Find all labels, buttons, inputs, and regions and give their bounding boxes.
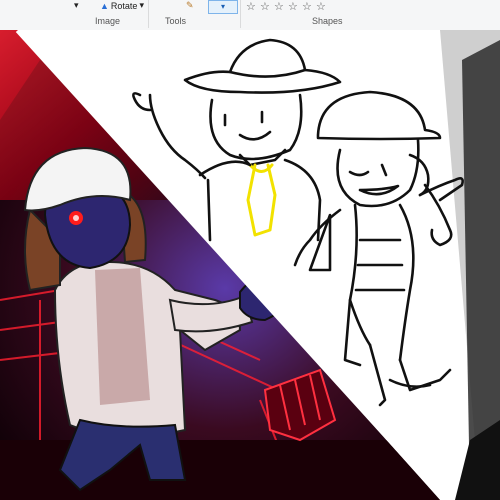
dropdown-arrow-icon: ▾ — [139, 0, 144, 10]
rotate-label: Rotate — [110, 0, 138, 11]
image-dropdown-button[interactable]: ▾ — [74, 0, 79, 11]
star-shape-icon[interactable]: ☆ — [274, 0, 284, 13]
ribbon-divider — [148, 0, 149, 28]
dropdown-arrow-icon: ▾ — [220, 2, 225, 11]
artwork — [0, 30, 500, 500]
brush-tool-button[interactable]: ✎ — [186, 0, 194, 11]
tools-group-label: Tools — [165, 16, 187, 26]
rotate-icon: ▲ — [100, 0, 109, 11]
shapes-group-label: Shapes — [312, 16, 343, 26]
star-shape-icon[interactable]: ☆ — [260, 0, 270, 13]
rotate-button[interactable]: ▲ Rotate ▾ — [100, 0, 144, 11]
paint-ribbon: ▾ ▲ Rotate ▾ ✎ ▾ ☆ ☆ ☆ ☆ ☆ ☆ Image Tools… — [0, 0, 500, 31]
brush-icon: ✎ — [186, 0, 194, 10]
star-shape-icon[interactable]: ☆ — [288, 0, 298, 13]
dropdown-arrow-icon: ▾ — [74, 0, 79, 10]
drawing-canvas[interactable] — [0, 30, 500, 500]
star-shape-icon[interactable]: ☆ — [316, 0, 326, 13]
image-group-label: Image — [95, 16, 121, 26]
ribbon-divider — [240, 0, 241, 28]
brushes-dropdown[interactable]: ▾ — [208, 0, 238, 14]
star-shape-icon[interactable]: ☆ — [302, 0, 312, 13]
star-shape-icon[interactable]: ☆ — [246, 0, 256, 13]
